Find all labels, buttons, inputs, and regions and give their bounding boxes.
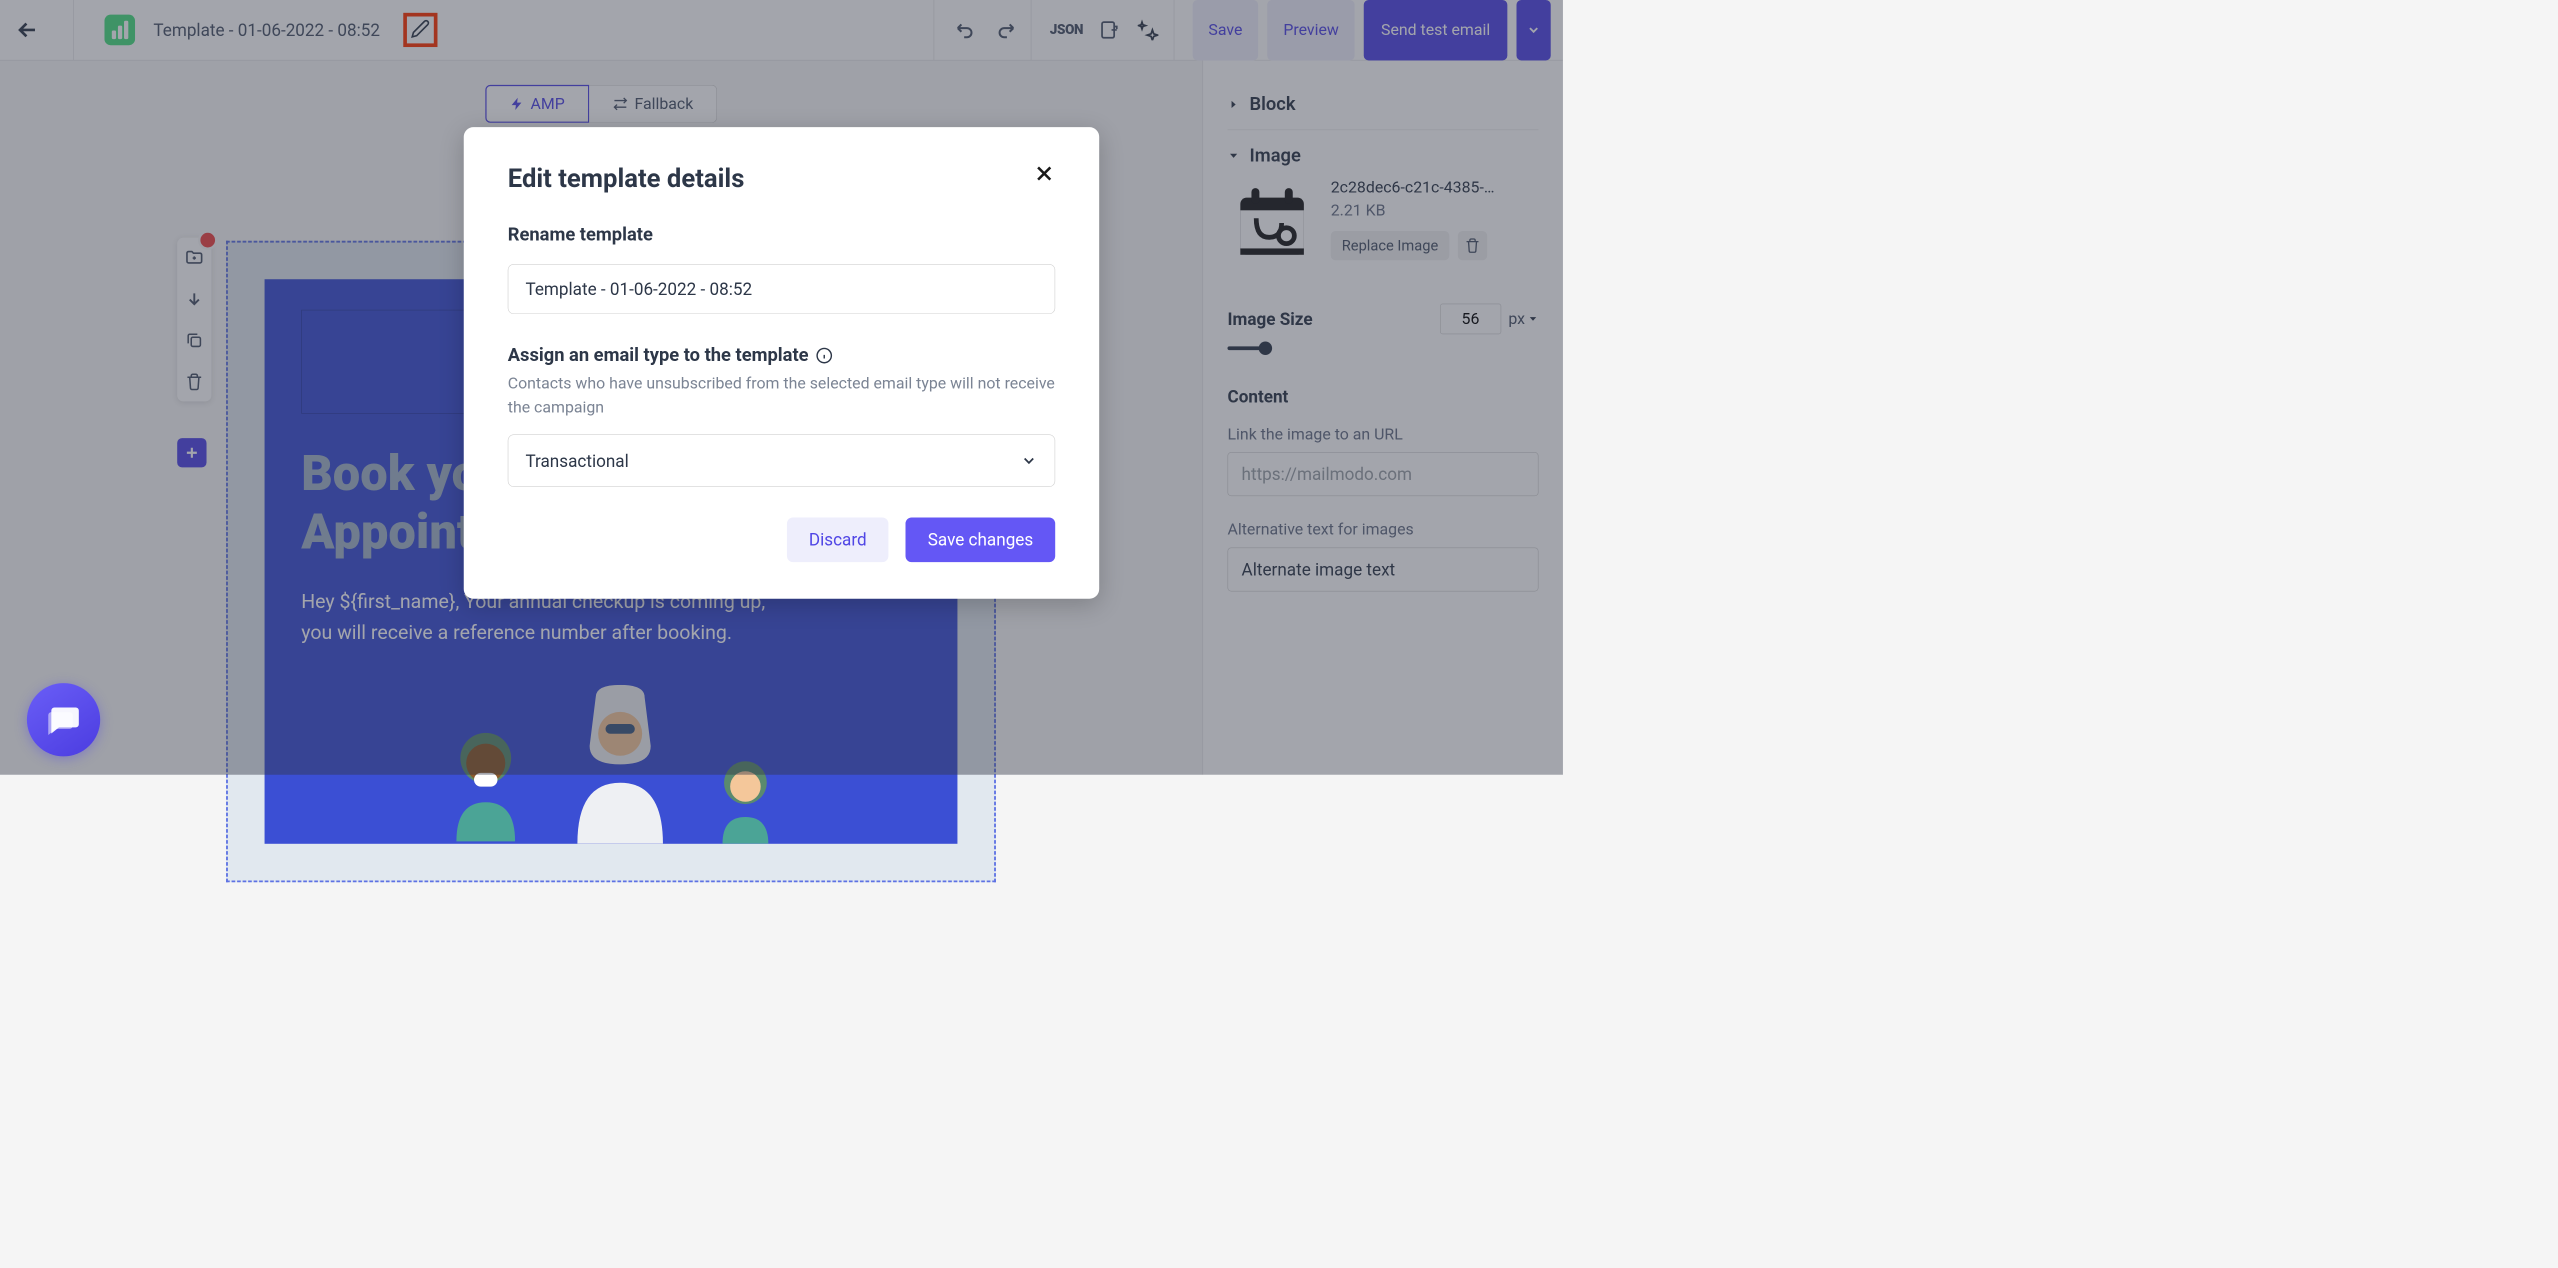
chevron-down-icon (1020, 452, 1037, 469)
modal-close-button[interactable] (1032, 161, 1056, 188)
close-icon (1032, 161, 1056, 185)
edit-template-modal: Edit template details Rename template As… (464, 127, 1099, 599)
chat-widget-button[interactable] (27, 683, 100, 756)
rename-template-label: Rename template (508, 224, 1055, 245)
email-type-select[interactable]: Transactional (508, 434, 1055, 487)
email-type-selected: Transactional (525, 451, 628, 471)
assign-email-type-note: Contacts who have unsubscribed from the … (508, 372, 1055, 420)
info-icon (816, 347, 833, 364)
save-changes-button[interactable]: Save changes (906, 518, 1055, 563)
assign-email-type-label: Assign an email type to the template (508, 345, 1055, 366)
modal-title: Edit template details (508, 164, 1055, 194)
discard-button[interactable]: Discard (787, 518, 889, 563)
chat-icon (45, 701, 82, 738)
template-name-input[interactable] (508, 264, 1055, 314)
